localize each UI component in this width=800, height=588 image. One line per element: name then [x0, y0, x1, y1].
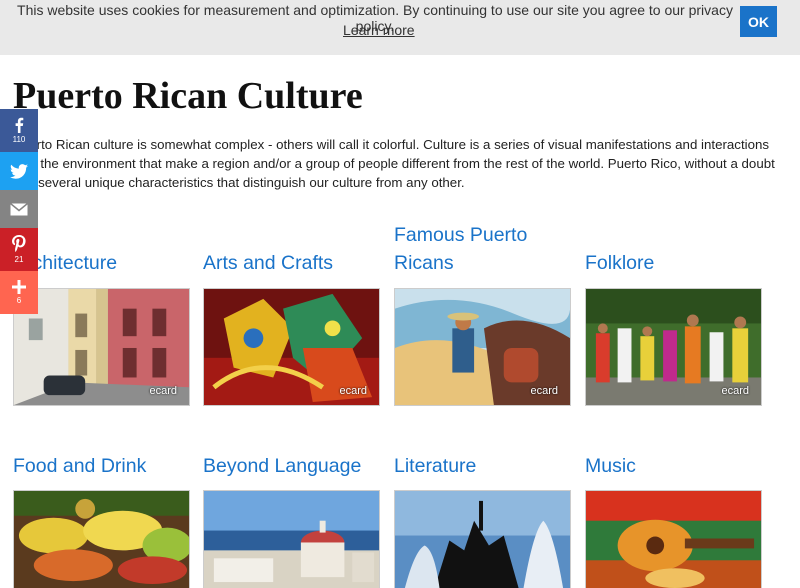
intro-paragraph: Puerto Rican culture is somewhat complex…: [13, 137, 775, 190]
category-image-food-and-drink[interactable]: [13, 490, 190, 588]
category-image-beyond-language[interactable]: [203, 490, 380, 588]
category-link-arts-and-crafts[interactable]: Arts and Crafts: [203, 249, 333, 277]
plus-icon: [12, 280, 26, 294]
share-email-button[interactable]: [0, 190, 38, 228]
pinterest-icon: [12, 235, 26, 252]
category-image-architecture[interactable]: ecard: [13, 288, 190, 406]
category-link-food-and-drink[interactable]: Food and Drink: [13, 452, 146, 480]
music-guitar-photo: [586, 491, 761, 588]
category-link-famous-puerto-ricans[interactable]: Famous Puerto Ricans: [394, 221, 554, 277]
ecard-label: ecard: [149, 385, 177, 397]
share-pinterest-button[interactable]: 21: [0, 228, 38, 271]
category-link-literature[interactable]: Literature: [394, 452, 476, 480]
ecard-label: ecard: [530, 385, 558, 397]
share-more-button[interactable]: 6: [0, 271, 38, 314]
category-link-folklore[interactable]: Folklore: [585, 249, 654, 277]
ecard-label: ecard: [721, 385, 749, 397]
category-image-folklore[interactable]: ecard: [585, 288, 762, 406]
more-share-count: 6: [16, 296, 22, 305]
share-sidebar: 110 21 6: [0, 109, 38, 314]
food-drink-photo: [14, 491, 189, 588]
ecard-label: ecard: [339, 385, 367, 397]
page-title: Puerto Rican Culture: [13, 75, 363, 117]
facebook-share-count: 110: [12, 135, 26, 144]
category-image-arts-and-crafts[interactable]: ecard: [203, 288, 380, 406]
facebook-icon: [15, 117, 24, 133]
cookie-ok-button[interactable]: OK: [740, 6, 777, 37]
category-link-music[interactable]: Music: [585, 452, 636, 480]
category-link-beyond-language[interactable]: Beyond Language: [203, 452, 361, 480]
cookie-banner: This website uses cookies for measuremen…: [0, 0, 800, 55]
category-image-famous-puerto-ricans[interactable]: ecard: [394, 288, 571, 406]
literature-fountain-photo: [395, 491, 570, 588]
category-image-music[interactable]: [585, 490, 762, 588]
twitter-icon: [10, 163, 28, 179]
share-facebook-button[interactable]: 110: [0, 109, 38, 152]
pinterest-share-count: 21: [14, 255, 24, 264]
email-icon: [10, 202, 28, 215]
category-image-literature[interactable]: [394, 490, 571, 588]
learn-more-link[interactable]: Learn more: [343, 22, 415, 38]
share-twitter-button[interactable]: [0, 152, 38, 190]
beyond-language-photo: [204, 491, 379, 588]
